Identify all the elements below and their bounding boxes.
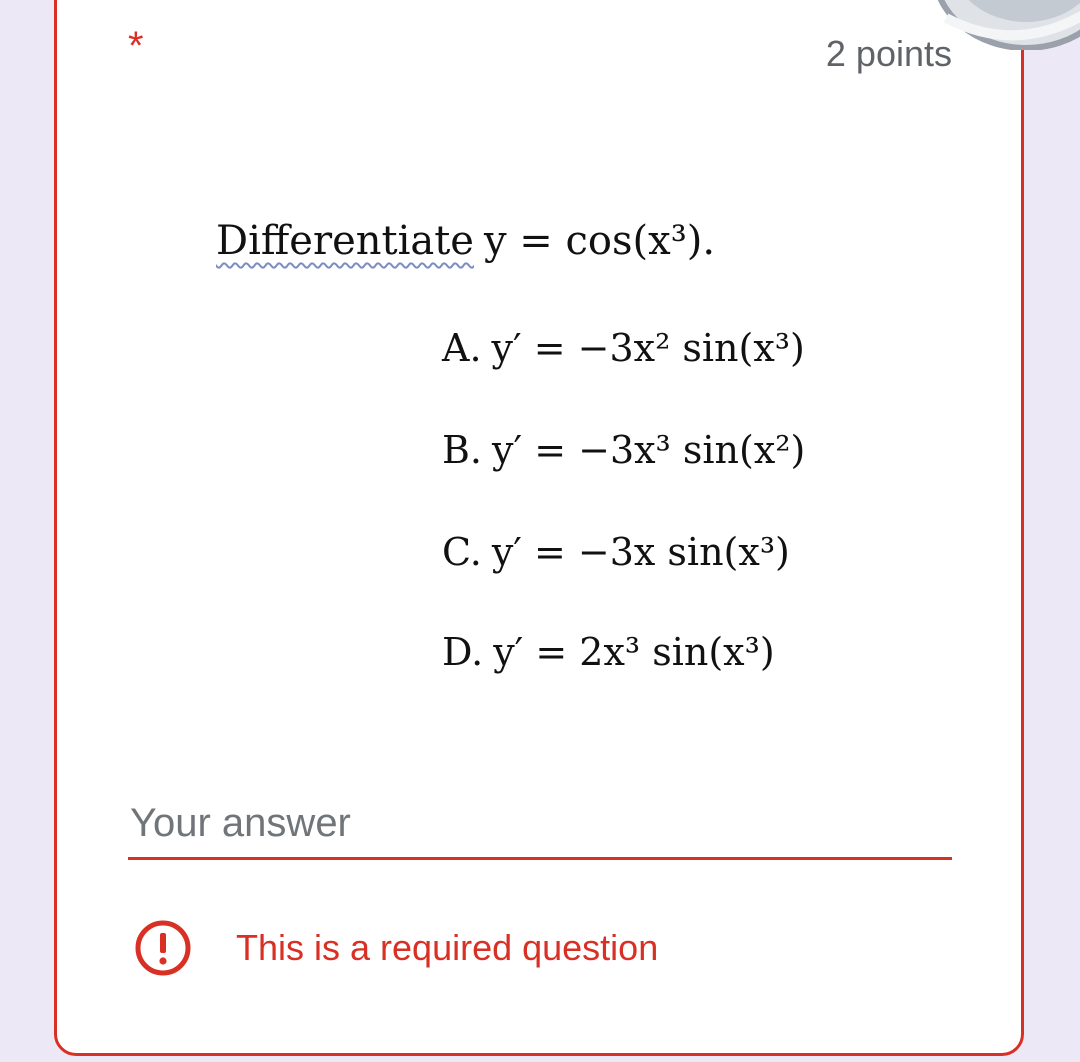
question-prompt-word: Differentiate [216, 218, 474, 264]
option-a: A. y′ = −3x² sin(x³) [442, 323, 805, 373]
option-b: B. y′ = −3x³ sin(x²) [442, 425, 805, 475]
option-d: D. y′ = 2x³ sin(x³) [442, 627, 775, 677]
question-image: Differentiate y = cos(x³). A. y′ = −3x² si… [210, 205, 870, 705]
error-message: This is a required question [236, 927, 659, 968]
question-prompt-expression: y = cos(x³). [483, 218, 716, 264]
option-label: B. [442, 428, 483, 472]
profile-avatar-icon[interactable] [926, 0, 1080, 50]
answer-input[interactable] [128, 790, 952, 860]
required-asterisk: * [128, 24, 144, 68]
option-expression: y′ = −3x³ sin(x²) [492, 428, 806, 472]
option-expression: y′ = 2x³ sin(x³) [493, 630, 775, 674]
validation-error: This is a required question [134, 918, 658, 978]
option-label: C. [442, 530, 482, 574]
option-expression: y′ = −3x² sin(x³) [491, 326, 805, 370]
question-prompt: Differentiate y = cos(x³). [216, 215, 715, 267]
option-expression: y′ = −3x sin(x³) [491, 530, 790, 574]
error-icon [135, 920, 191, 976]
option-c: C. y′ = −3x sin(x³) [442, 527, 790, 577]
option-label: D. [442, 630, 484, 674]
option-label: A. [442, 326, 482, 370]
